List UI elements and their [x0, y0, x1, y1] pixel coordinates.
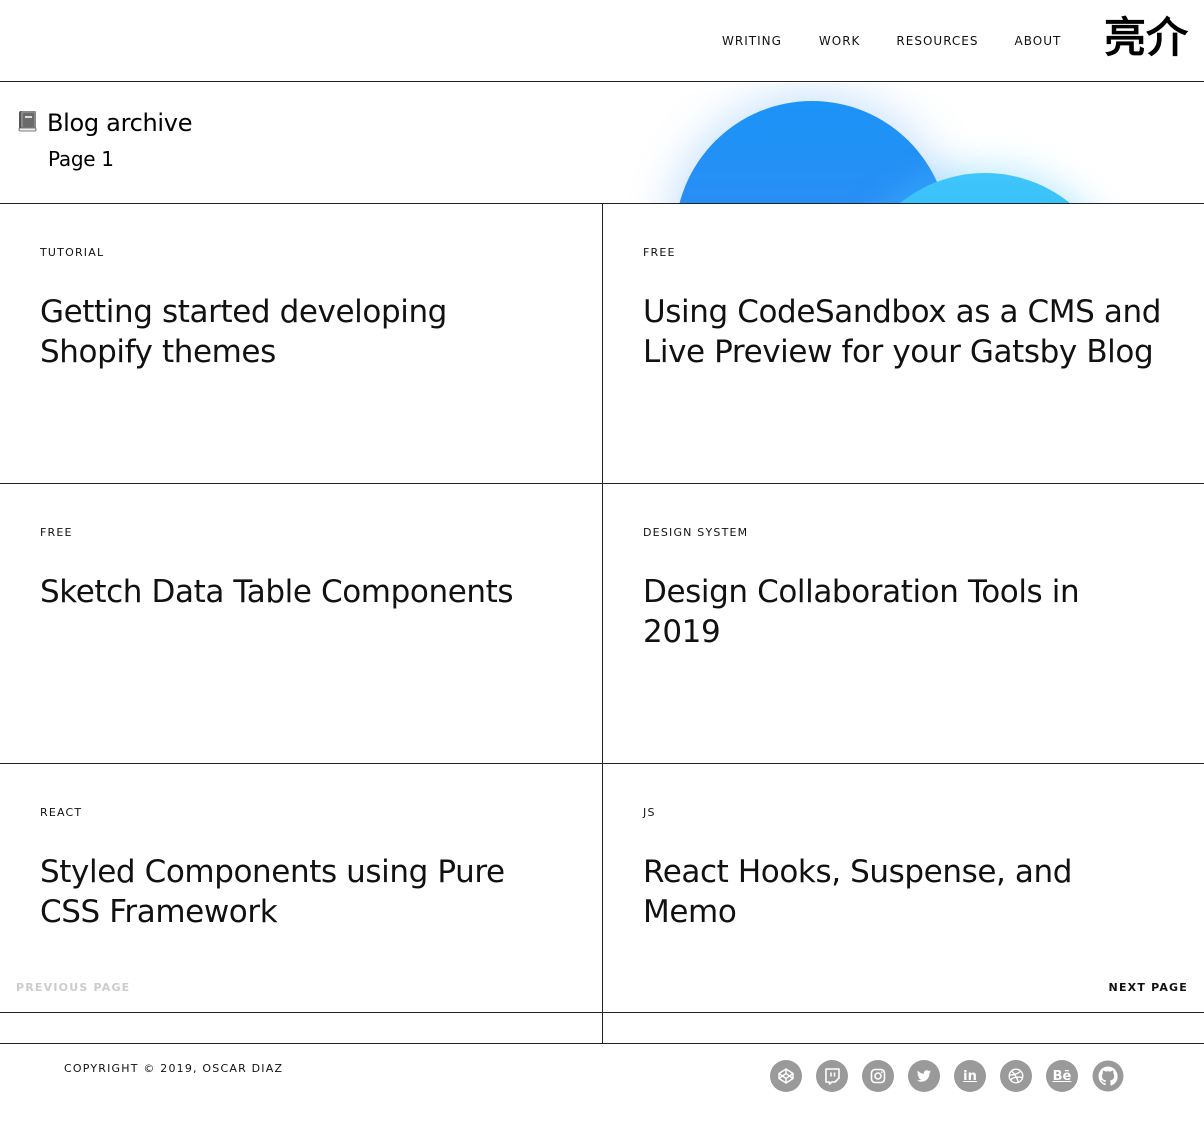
post-title[interactable]: Styled Components using Pure CSS Framewo… — [40, 852, 560, 932]
post-card[interactable]: FREE Using CodeSandbox as a CMS and Live… — [603, 204, 1204, 483]
codepen-icon[interactable] — [770, 1060, 802, 1092]
twitter-icon[interactable] — [908, 1060, 940, 1092]
post-card[interactable]: FREE Sketch Data Table Components — [0, 484, 603, 763]
post-title[interactable]: Sketch Data Table Components — [40, 572, 560, 612]
behance-icon-text: Bē — [1052, 1068, 1072, 1084]
post-grid: TUTORIAL Getting started developing Shop… — [0, 204, 1204, 1044]
post-card[interactable]: DESIGN SYSTEM Design Collaboration Tools… — [603, 484, 1204, 763]
hero-banner: Blog archive Page 1 — [0, 83, 1204, 204]
nav-writing[interactable]: WRITING — [722, 34, 782, 48]
post-tag[interactable]: REACT — [40, 806, 82, 819]
post-title[interactable]: Getting started developing Shopify theme… — [40, 292, 560, 372]
post-title[interactable]: Design Collaboration Tools in 2019 — [643, 572, 1163, 652]
instagram-icon[interactable] — [862, 1060, 894, 1092]
linkedin-icon[interactable]: in — [954, 1060, 986, 1092]
decorative-blob-primary — [675, 101, 949, 203]
post-tag[interactable]: DESIGN SYSTEM — [643, 526, 748, 539]
post-title[interactable]: React Hooks, Suspense, and Memo — [643, 852, 1163, 932]
site-header: WRITING WORK RESOURCES ABOUT 亮介 — [0, 0, 1204, 82]
dribbble-icon[interactable] — [1000, 1060, 1032, 1092]
linkedin-icon-text: in — [963, 1068, 977, 1084]
previous-page-button: PREVIOUS PAGE — [0, 964, 603, 1012]
site-logo[interactable]: 亮介 — [1104, 14, 1188, 62]
post-card[interactable]: TUTORIAL Getting started developing Shop… — [0, 204, 603, 483]
post-tag[interactable]: JS — [643, 806, 656, 819]
next-page-label[interactable]: NEXT PAGE — [1109, 981, 1188, 994]
copyright-text: COPYRIGHT © 2019, OSCAR DIAZ — [64, 1062, 284, 1075]
pagination: PREVIOUS PAGE NEXT PAGE — [0, 964, 1204, 1013]
nav-about[interactable]: ABOUT — [1015, 34, 1062, 48]
post-tag[interactable]: TUTORIAL — [40, 246, 104, 259]
page-number: Page 1 — [48, 147, 114, 171]
post-tag[interactable]: FREE — [40, 526, 73, 539]
page-title: Blog archive — [18, 109, 192, 137]
post-title[interactable]: Using CodeSandbox as a CMS and Live Prev… — [643, 292, 1163, 372]
previous-page-label: PREVIOUS PAGE — [16, 981, 131, 994]
behance-icon[interactable]: Bē — [1046, 1060, 1078, 1092]
post-row: FREE Sketch Data Table Components DESIGN… — [0, 484, 1204, 764]
nav-resources[interactable]: RESOURCES — [896, 34, 978, 48]
page-title-text: Blog archive — [47, 109, 193, 137]
main-nav: WRITING WORK RESOURCES ABOUT — [722, 34, 1097, 48]
post-tag[interactable]: FREE — [643, 246, 676, 259]
post-row: TUTORIAL Getting started developing Shop… — [0, 204, 1204, 484]
nav-work[interactable]: WORK — [819, 34, 861, 48]
next-page-button[interactable]: NEXT PAGE — [603, 964, 1204, 1012]
book-icon — [18, 111, 37, 132]
github-icon[interactable] — [1092, 1060, 1124, 1092]
social-links: in Bē — [770, 1060, 1138, 1092]
twitch-icon[interactable] — [816, 1060, 848, 1092]
